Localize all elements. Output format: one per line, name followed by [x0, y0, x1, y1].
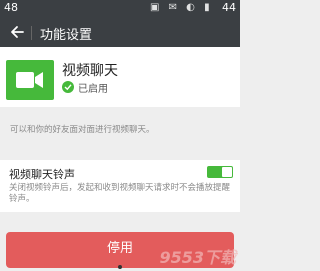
- plugin-name: 视频聊天: [62, 63, 118, 79]
- check-icon: [62, 81, 74, 93]
- status-time-right: 44: [222, 1, 236, 14]
- enabled-label: 已启用: [78, 84, 108, 95]
- ringtone-description: 关闭视频铃声后，发起和收到视频聊天请求时不会播放提醒铃声。: [9, 183, 231, 204]
- page-title: 功能设置: [40, 28, 93, 43]
- ringtone-label: 视频聊天铃声: [9, 168, 75, 181]
- watermark-logo: 9553下载: [159, 248, 236, 267]
- ringtone-toggle[interactable]: [207, 166, 233, 178]
- video-camera-icon: [6, 60, 54, 100]
- back-arrow-icon[interactable]: [8, 23, 26, 41]
- status-bar: 48 ▣ ✉ ◐ ▮ 44: [0, 0, 240, 17]
- toggle-knob: [222, 167, 232, 177]
- status-icons: ▣ ✉ ◐ ▮: [150, 2, 213, 13]
- plugin-description: 可以和你的好友面对面进行视频聊天。: [10, 125, 155, 135]
- status-time-left: 48: [4, 1, 18, 14]
- page-indicator-dot: [118, 265, 122, 269]
- title-divider: [31, 26, 32, 40]
- title-bar: 功能设置: [0, 17, 240, 47]
